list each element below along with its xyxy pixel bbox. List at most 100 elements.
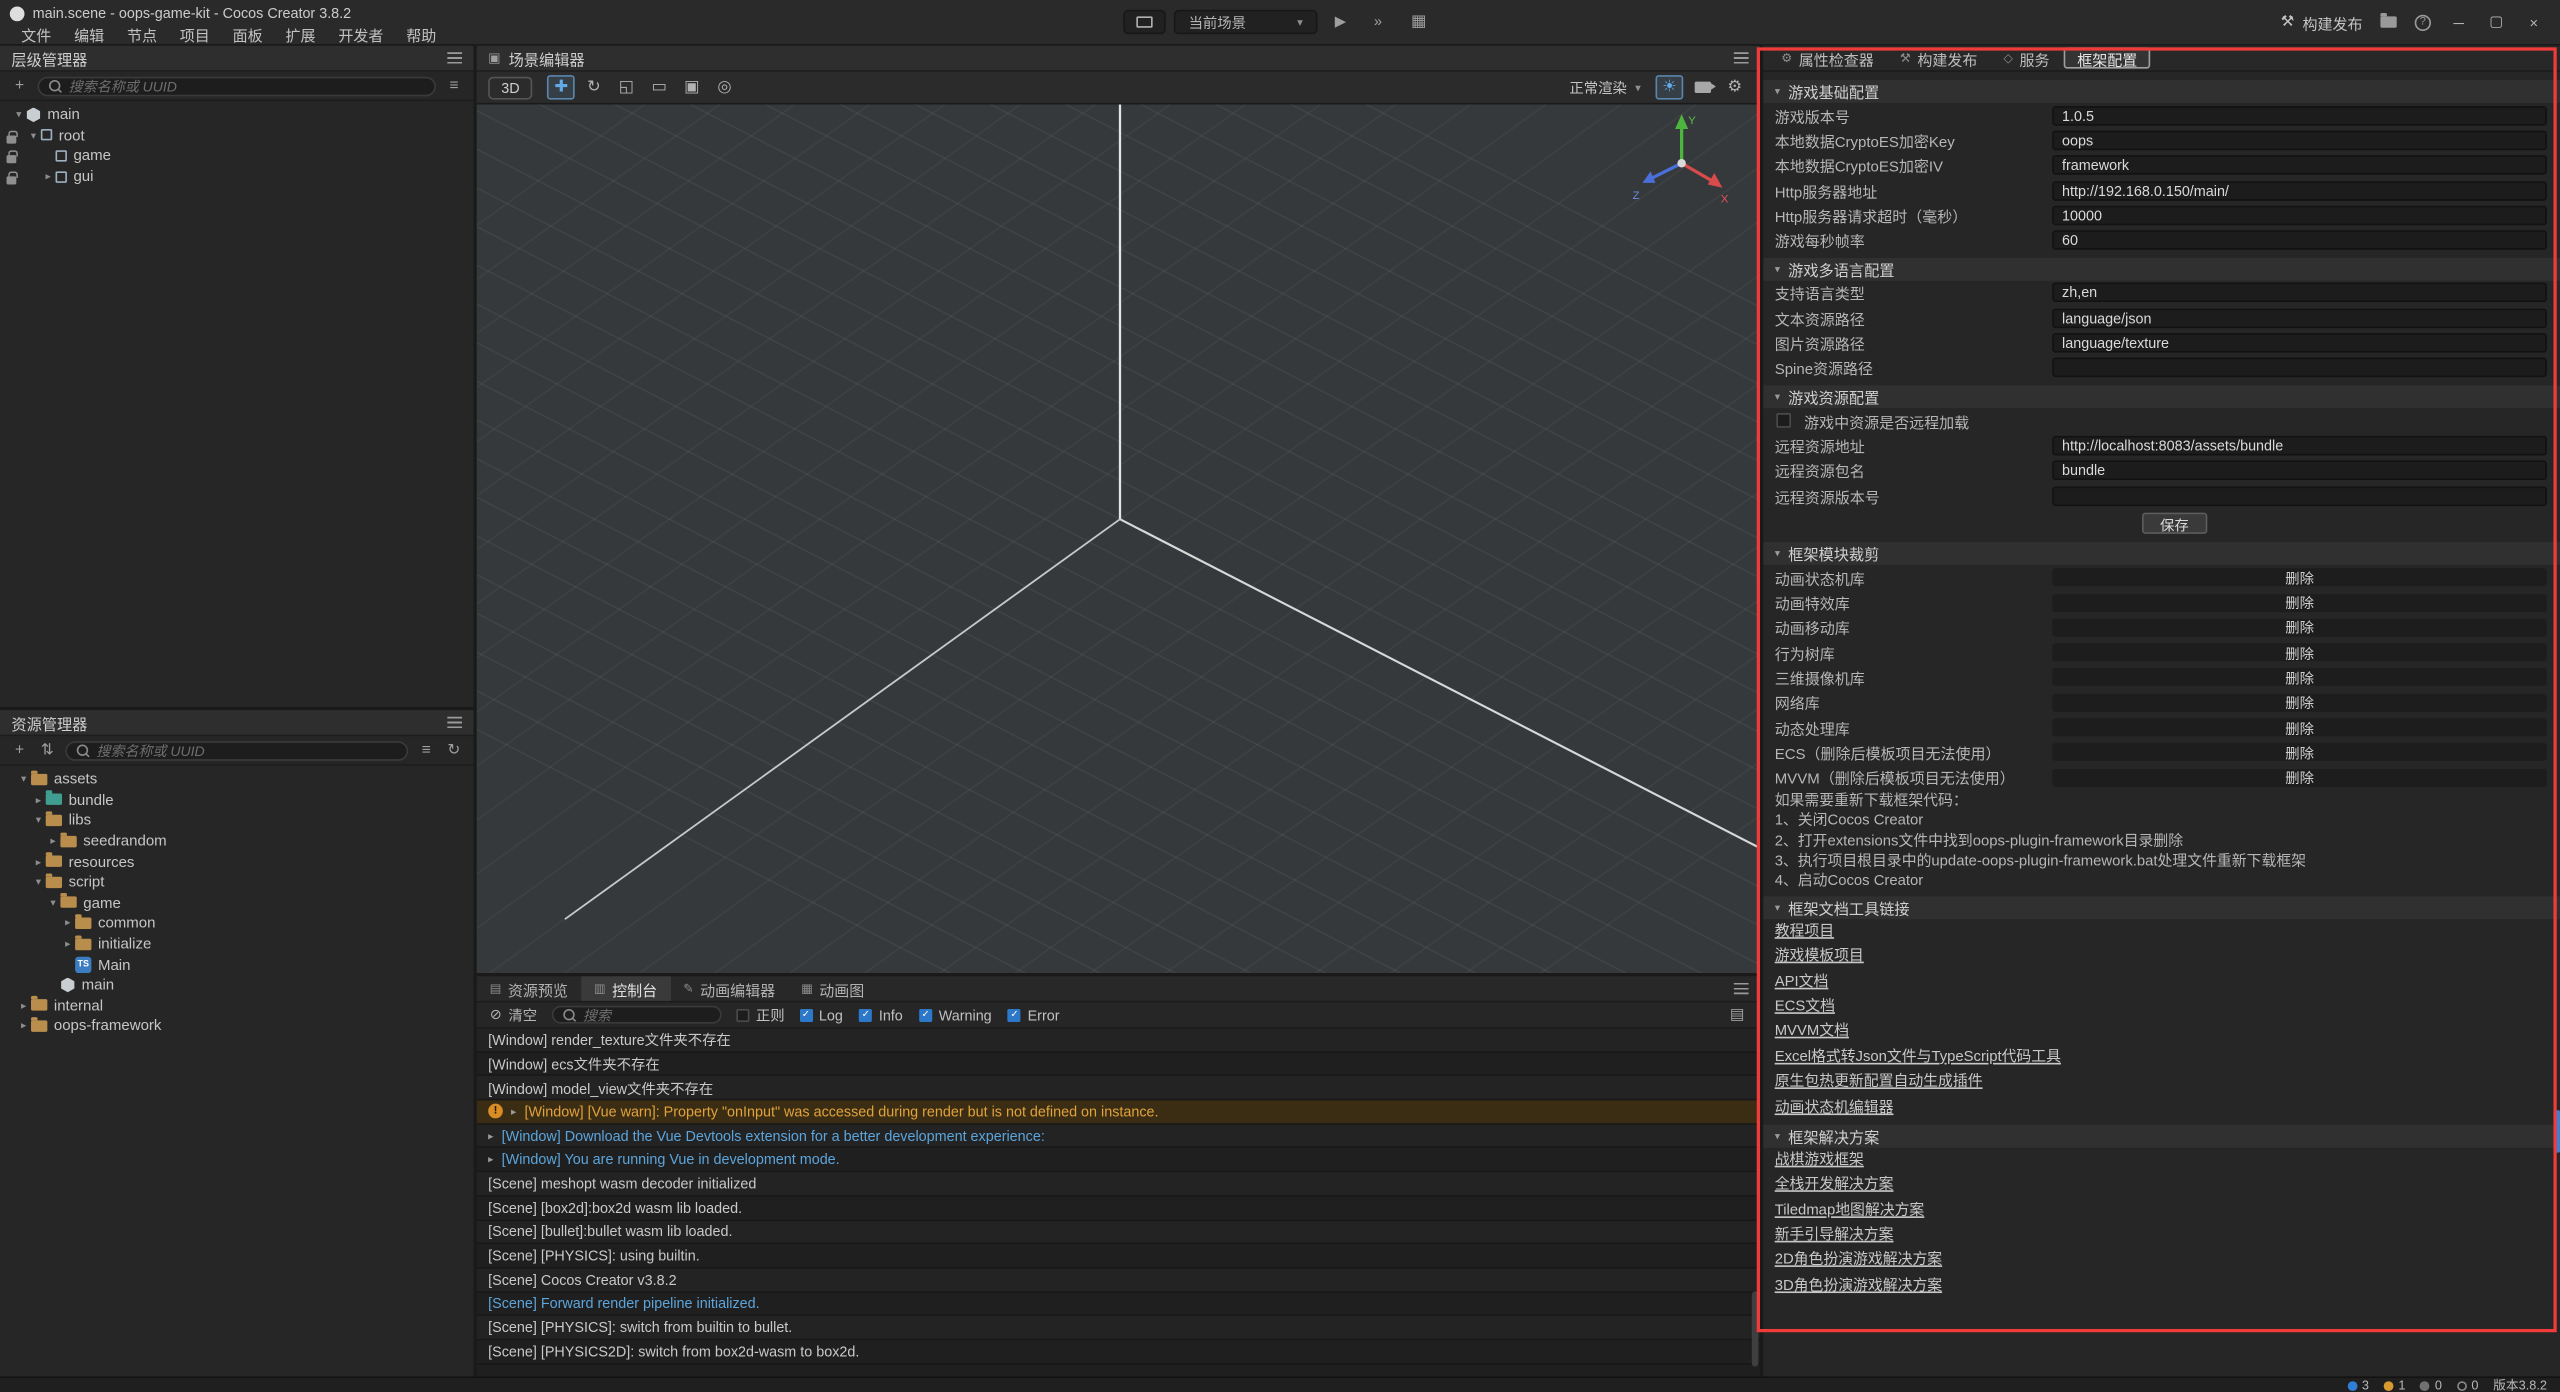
move-tool-button[interactable]: ✚: [547, 75, 575, 99]
property-input[interactable]: [2052, 155, 2547, 175]
scene-viewport[interactable]: X Y Z: [477, 104, 1760, 973]
add-asset-button[interactable]: +: [10, 741, 30, 759]
property-input[interactable]: [2052, 205, 2547, 225]
warning-count-badge[interactable]: 1: [2384, 1378, 2406, 1392]
tab-animation-editor[interactable]: ✎动画编辑器: [670, 976, 788, 1000]
tree-item[interactable]: game: [0, 146, 473, 167]
console-log-row[interactable]: [Window] model_view文件夹不存在: [477, 1077, 1760, 1101]
console-log-row[interactable]: [Scene] [box2d]:box2d wasm lib loaded.: [477, 1196, 1760, 1220]
checkbox-icon[interactable]: ✓: [1008, 1008, 1021, 1021]
remote-load-checkbox[interactable]: [1776, 413, 1791, 428]
property-input[interactable]: [2052, 283, 2547, 303]
console-log-row[interactable]: [Scene] [PHYSICS]: using builtin.: [477, 1244, 1760, 1268]
lighting-toggle-button[interactable]: ☀: [1656, 75, 1684, 99]
section-header-basic[interactable]: ▾ 游戏基础配置: [1763, 80, 2560, 103]
console-log-row[interactable]: [Scene] Forward render pipeline initiali…: [477, 1292, 1760, 1316]
help-icon[interactable]: ?: [2415, 14, 2431, 30]
panel-menu-icon[interactable]: [447, 52, 462, 63]
menu-item-6[interactable]: 开发者: [327, 22, 395, 45]
render-mode-dropdown[interactable]: 正常渲染 ▾: [1560, 77, 1651, 98]
close-button[interactable]: ×: [2524, 14, 2544, 30]
framework-link[interactable]: 全栈开发解决方案: [1775, 1173, 1894, 1198]
project-folder-icon[interactable]: [2380, 16, 2396, 27]
framework-link[interactable]: 动画状态机编辑器: [1775, 1095, 1894, 1120]
delete-button[interactable]: 删除: [2285, 767, 2314, 788]
add-node-button[interactable]: +: [10, 77, 30, 95]
hierarchy-search-input[interactable]: [69, 78, 425, 94]
tab-framework-config[interactable]: 框架配置: [2064, 47, 2150, 68]
console-search[interactable]: [552, 1006, 722, 1024]
console-filter-warning[interactable]: ✓Warning: [919, 1007, 992, 1023]
property-input[interactable]: [2052, 486, 2547, 506]
console-log-row[interactable]: [Scene] [bullet]:bullet wasm lib loaded.: [477, 1220, 1760, 1244]
console-log-row[interactable]: [Scene] Cocos Creator v3.8.2: [477, 1268, 1760, 1292]
delete-button[interactable]: 删除: [2285, 667, 2314, 688]
assets-search-input[interactable]: [96, 742, 396, 758]
play-button[interactable]: ▶: [1326, 10, 1355, 34]
delete-button[interactable]: 删除: [2285, 592, 2314, 613]
tab-animation-graph[interactable]: ▦动画图: [788, 976, 877, 1000]
refresh-icon[interactable]: ↻: [444, 741, 464, 759]
console-filter-info[interactable]: ✓Info: [859, 1007, 903, 1023]
framework-link[interactable]: API文档: [1775, 969, 1829, 994]
camera-settings-button[interactable]: [1688, 75, 1716, 99]
console-filter-log[interactable]: ✓Log: [799, 1007, 843, 1023]
property-input[interactable]: [2052, 358, 2547, 378]
menu-item-7[interactable]: 帮助: [395, 22, 448, 45]
delete-button[interactable]: 删除: [2285, 717, 2314, 738]
scene-select-dropdown[interactable]: 当前场景 ▾: [1174, 10, 1318, 34]
menu-item-5[interactable]: 扩展: [274, 22, 327, 45]
console-log-row[interactable]: [Window] ecs文件夹不存在: [477, 1053, 1760, 1077]
tab-service[interactable]: ◇服务: [1992, 45, 2061, 71]
layout-preset-button[interactable]: ▦: [1401, 10, 1437, 34]
delete-button[interactable]: 删除: [2285, 692, 2314, 713]
inspector-scrollbar[interactable]: [2555, 1110, 2560, 1152]
tree-caret-icon[interactable]: ▸: [41, 170, 56, 183]
section-header-docs[interactable]: ▾ 框架文档工具链接: [1763, 896, 2560, 919]
tree-item[interactable]: ▸gui: [0, 166, 473, 187]
tree-caret-icon[interactable]: ▸: [16, 999, 31, 1012]
maximize-button[interactable]: ▢: [2487, 13, 2507, 31]
framework-link[interactable]: Tiledmap地图解决方案: [1775, 1198, 1925, 1223]
console-log-row[interactable]: [Scene] [PHYSICS]: switch from builtin t…: [477, 1316, 1760, 1340]
coordinate-toggle-button[interactable]: ◎: [711, 75, 739, 99]
tree-caret-icon[interactable]: ▾: [31, 814, 46, 827]
expand-caret-icon[interactable]: ▸: [511, 1105, 516, 1118]
console-log-row[interactable]: ▸[Window] Download the Vue Devtools exte…: [477, 1124, 1760, 1148]
tree-caret-icon[interactable]: ▸: [16, 1019, 31, 1032]
tab-inspector[interactable]: ⚙属性检查器: [1770, 45, 1885, 71]
console-log-row[interactable]: [Scene] [PHYSICS2D]: switch from box2d-w…: [477, 1340, 1760, 1364]
tree-item[interactable]: ▸common: [0, 913, 473, 934]
property-input[interactable]: [2052, 131, 2547, 151]
rect-tool-button[interactable]: ▭: [645, 75, 673, 99]
preview-device-button[interactable]: [1123, 10, 1165, 34]
framework-link[interactable]: ECS文档: [1775, 994, 1835, 1019]
tree-item[interactable]: ▾assets: [0, 769, 473, 790]
framework-link[interactable]: 游戏模板项目: [1775, 944, 1864, 969]
tree-caret-icon[interactable]: ▸: [31, 855, 46, 868]
console-scrollbar[interactable]: [1752, 1291, 1759, 1366]
expand-caret-icon[interactable]: ▸: [488, 1129, 493, 1142]
assets-search[interactable]: [65, 740, 408, 760]
console-log-row[interactable]: !▸[Window] [Vue warn]: Property "onInput…: [477, 1101, 1760, 1125]
delete-button[interactable]: 删除: [2285, 642, 2314, 663]
tree-caret-icon[interactable]: ▸: [31, 793, 46, 806]
panel-menu-icon[interactable]: [447, 717, 462, 728]
scene-settings-button[interactable]: ⚙: [1721, 75, 1749, 99]
tree-item[interactable]: ▸internal: [0, 995, 473, 1016]
section-header-solutions[interactable]: ▾ 框架解决方案: [1763, 1125, 2560, 1148]
log-file-icon[interactable]: ▤: [1727, 1006, 1747, 1024]
tree-item[interactable]: ▾main: [0, 104, 473, 125]
property-input[interactable]: [2052, 180, 2547, 200]
menu-item-0[interactable]: 文件: [10, 22, 63, 45]
tree-item[interactable]: ▾root: [0, 125, 473, 146]
mode-3d-button[interactable]: 3D: [488, 76, 532, 99]
property-input[interactable]: [2052, 230, 2547, 250]
checkbox-icon[interactable]: ✓: [859, 1008, 872, 1021]
console-log-row[interactable]: ▸[Window] You are running Vue in develop…: [477, 1148, 1760, 1172]
framework-link[interactable]: 原生包热更新配置自动生成插件: [1775, 1070, 1983, 1095]
tree-caret-icon[interactable]: ▾: [46, 896, 61, 909]
menu-item-1[interactable]: 编辑: [63, 22, 116, 45]
regex-checkbox-icon[interactable]: [736, 1008, 749, 1021]
delete-button[interactable]: 删除: [2285, 742, 2314, 763]
